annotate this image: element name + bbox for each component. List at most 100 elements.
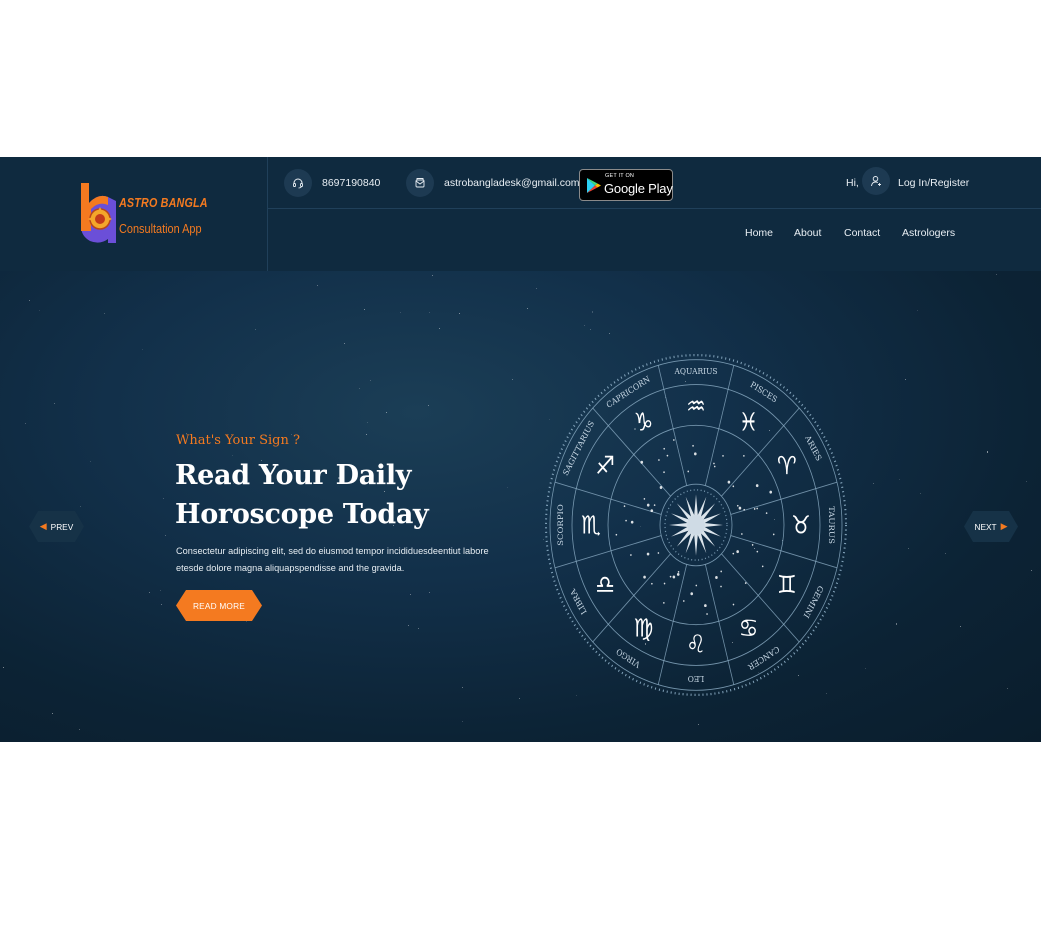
login-register-link[interactable]: Log In/Register: [898, 177, 969, 189]
constellation-star: [683, 600, 685, 602]
zodiac-symbol-icon: ♋: [739, 613, 759, 643]
constellation-star: [663, 447, 665, 450]
logo-title: ASTRO BANGLA: [119, 196, 208, 210]
google-play-badge[interactable]: GET IT ON Google Play: [579, 169, 673, 201]
star: [358, 387, 361, 390]
logo-mark-icon: [81, 183, 116, 243]
constellation-star: [741, 533, 743, 535]
email-contact[interactable]: astrobangladesk@gmail.com: [406, 167, 580, 199]
star: [462, 686, 464, 688]
star: [160, 589, 162, 591]
phone-number: 8697190840: [322, 177, 381, 189]
star: [400, 312, 401, 313]
star: [149, 592, 151, 593]
star: [246, 621, 248, 622]
star: [920, 492, 922, 494]
star: [38, 309, 40, 311]
hero-description: Consectetur adipiscing elit, sed do eius…: [176, 543, 516, 577]
nav-astrologers[interactable]: Astrologers: [902, 227, 955, 239]
constellation-star: [743, 508, 746, 511]
email-address: astrobangladesk@gmail.com: [444, 177, 580, 189]
star: [905, 379, 907, 381]
wheel-divider: [730, 481, 838, 515]
star: [367, 422, 369, 424]
nav-about[interactable]: About: [794, 227, 821, 239]
star: [872, 483, 874, 485]
constellation-star: [736, 504, 739, 507]
hero-slider: What's Your Sign ? Read Your Daily Horos…: [0, 271, 1041, 742]
constellation-star: [625, 519, 627, 522]
user-icon[interactable]: [862, 167, 890, 195]
constellation-star: [643, 575, 646, 579]
constellation-star: [673, 439, 675, 441]
greeting-text: Hi,: [846, 177, 859, 189]
zodiac-sign-name: TAURUS: [827, 506, 835, 544]
constellation-star: [706, 613, 708, 615]
constellation-star: [663, 582, 666, 585]
star: [366, 434, 368, 436]
constellation-star: [732, 485, 735, 488]
constellation-star: [659, 486, 663, 489]
star: [899, 478, 901, 480]
chevron-right-icon: ▶: [1000, 521, 1008, 531]
prev-slide-button[interactable]: ◀ PREV: [29, 511, 84, 542]
star: [316, 284, 318, 286]
constellation-star: [687, 470, 690, 473]
constellation-star: [727, 480, 731, 484]
star: [438, 327, 440, 329]
constellation-star: [677, 570, 680, 573]
zodiac-symbol-icon: ♎: [595, 570, 615, 600]
zodiac-sign-name: GEMINI: [802, 584, 825, 620]
constellation-star: [669, 575, 672, 578]
star: [407, 624, 409, 626]
star: [142, 348, 144, 350]
constellation-star: [738, 506, 742, 510]
constellation-star: [672, 575, 676, 579]
constellation-star: [732, 552, 735, 555]
zodiac-sign-name: SCORPIO: [556, 504, 564, 546]
constellation-star: [692, 444, 694, 447]
nav-contact[interactable]: Contact: [844, 227, 880, 239]
brand-logo[interactable]: [78, 181, 198, 247]
headset-icon: [284, 169, 312, 197]
google-play-big-text: Google Play: [604, 181, 673, 196]
nav-home[interactable]: Home: [745, 227, 773, 239]
constellation-star: [720, 570, 722, 573]
constellation-star: [761, 565, 764, 568]
star: [343, 343, 345, 345]
zodiac-symbol-icon: ♒: [686, 391, 706, 421]
star: [160, 604, 162, 605]
read-more-button[interactable]: READ MORE: [176, 590, 262, 621]
star: [427, 405, 429, 406]
constellation-star: [666, 454, 669, 457]
star: [79, 505, 81, 507]
hero-headline-line2: Horoscope Today: [175, 499, 429, 530]
constellation-star: [722, 454, 724, 457]
star: [986, 451, 989, 453]
center-sun-core: [687, 514, 705, 536]
star: [3, 667, 5, 669]
header: ASTRO BANGLA Consultation App 8697190840…: [0, 157, 1041, 271]
constellation-star: [676, 572, 680, 576]
star: [895, 623, 898, 625]
prev-label: PREV: [50, 521, 74, 532]
wheel-divider: [554, 481, 662, 515]
zodiac-sign-name: LEO: [687, 674, 704, 684]
constellation-star: [755, 484, 759, 488]
phone-contact[interactable]: 8697190840: [284, 167, 380, 199]
star: [459, 313, 461, 315]
constellation-star: [663, 601, 665, 604]
star: [28, 299, 30, 301]
star: [995, 274, 997, 276]
zodiac-symbol-icon: ♑: [634, 407, 654, 437]
constellation-star: [765, 512, 768, 515]
zodiac-symbol-icon: ♉: [791, 510, 811, 540]
star: [52, 713, 54, 715]
constellation-star: [772, 533, 775, 536]
next-slide-button[interactable]: NEXT ▶: [964, 511, 1018, 542]
star: [591, 311, 594, 313]
zodiac-symbol-icon: ♐: [595, 451, 615, 481]
star: [1026, 480, 1027, 482]
star: [519, 697, 521, 699]
constellation-star: [663, 471, 665, 474]
